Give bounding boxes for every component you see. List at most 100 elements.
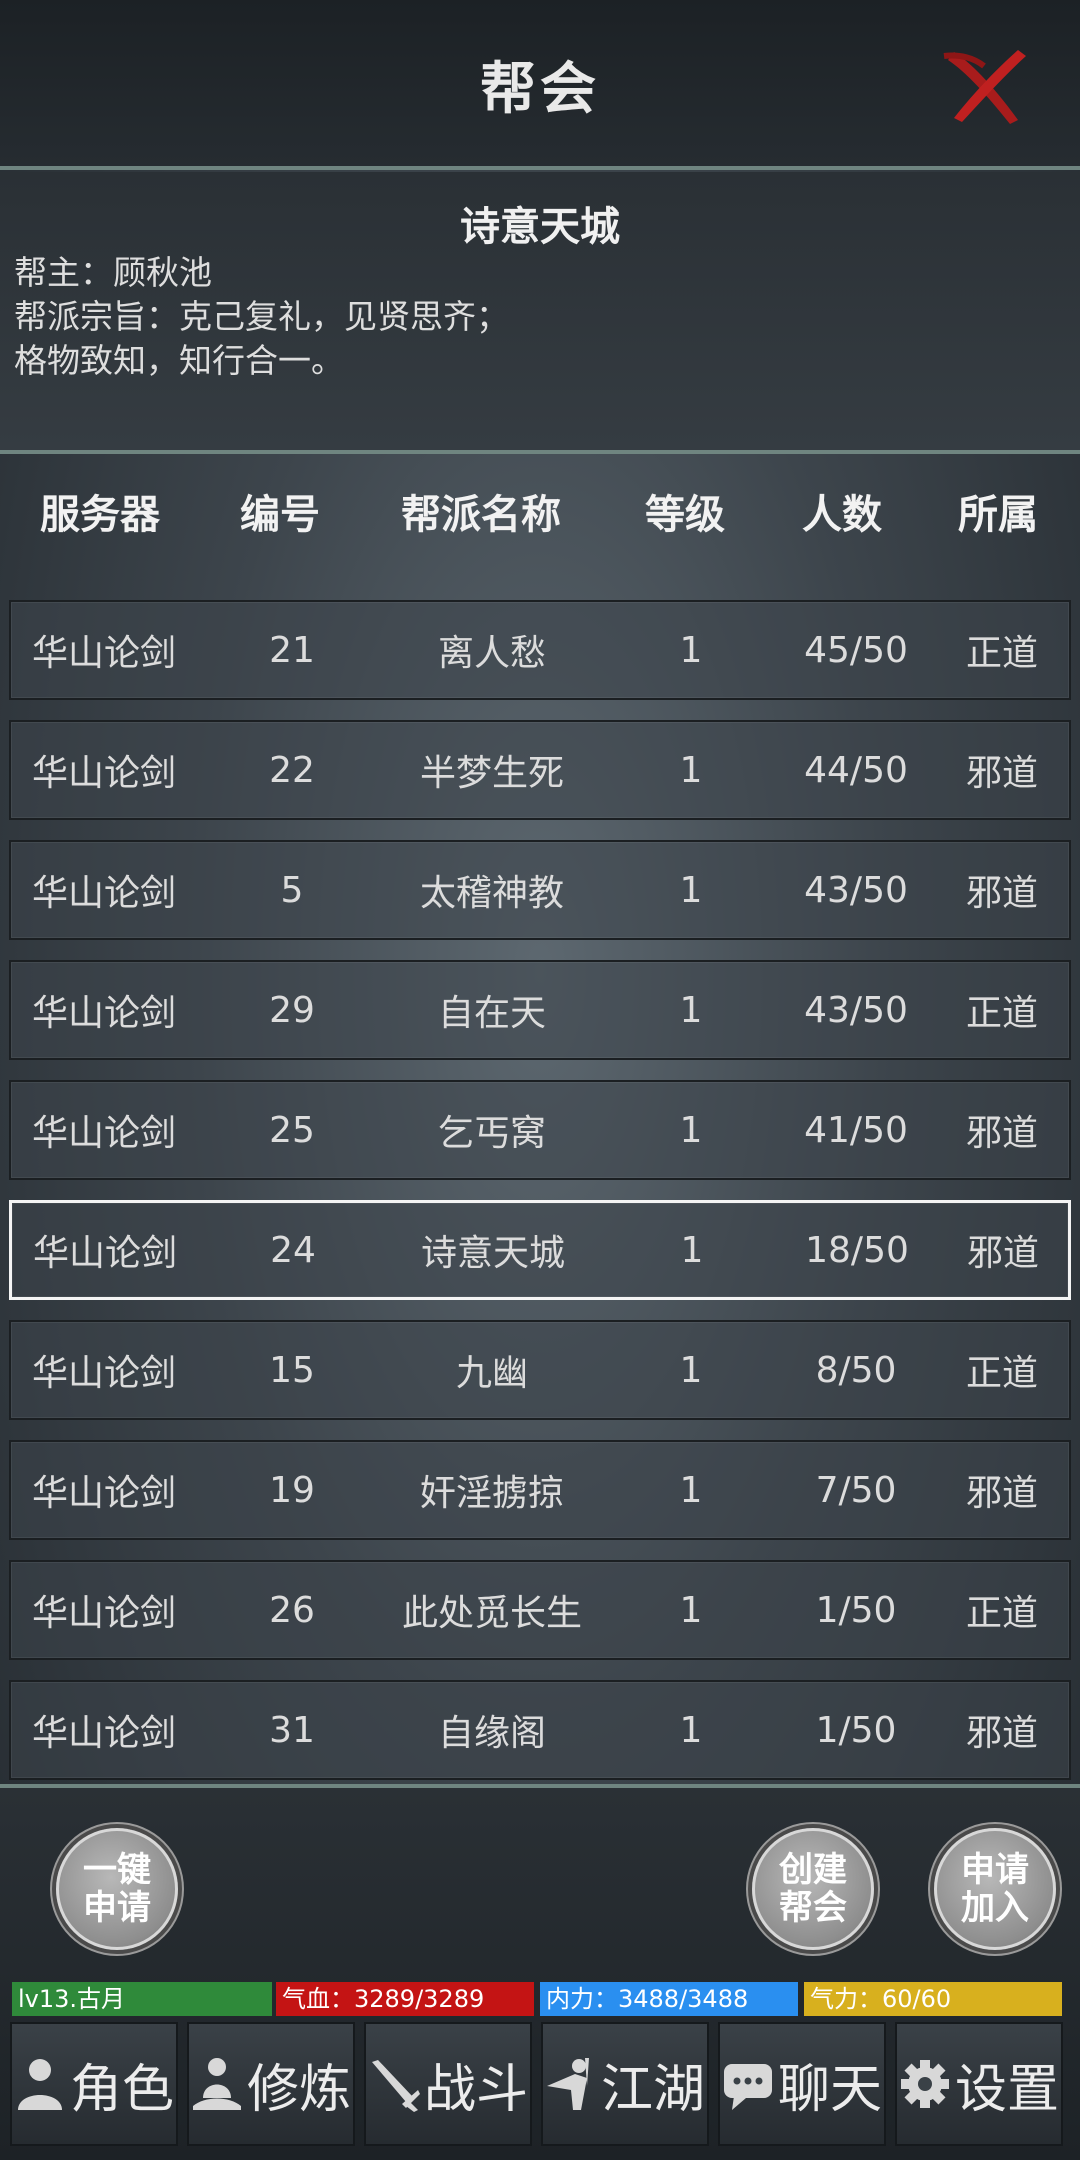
cell-faction: 邪道 (965, 753, 1038, 794)
cell-server: 华山论剑 (31, 753, 176, 794)
column-header-id: 编号 (240, 491, 320, 538)
apply-join-button[interactable]: 申请 加入 (934, 1828, 1056, 1950)
cell-level: 1 (679, 1589, 703, 1631)
sword-icon (371, 2060, 420, 2112)
cell-server: 华山论剑 (31, 1473, 176, 1514)
cell-members: 43/50 (804, 869, 908, 911)
table-row[interactable]: 华山论剑 22 半梦生死 1 44/50 邪道 (9, 720, 1071, 820)
header-bar: 帮会 (0, 0, 1080, 168)
gear-icon (900, 2060, 949, 2108)
table-row[interactable]: 华山论剑 31 自缘阁 1 1/50 邪道 (9, 1680, 1071, 1780)
create-guild-button[interactable]: 创建 帮会 (752, 1828, 874, 1950)
chat-icon (723, 2064, 772, 2110)
divider (0, 450, 1080, 454)
button-label: 申请 (961, 1850, 1029, 1890)
quick-apply-button[interactable]: 一键 申请 (56, 1828, 178, 1950)
stamina-bar: 气力：60/60 (804, 1982, 1062, 2016)
cell-server: 华山论剑 (31, 993, 176, 1034)
cell-members: 44/50 (804, 749, 908, 791)
person-icon (17, 2059, 62, 2110)
nav-character[interactable]: 角色 (10, 2022, 178, 2146)
cell-guild-name: 此处觅长生 (401, 1593, 582, 1634)
cell-faction: 邪道 (965, 1713, 1038, 1754)
cell-id: 15 (269, 1349, 315, 1391)
mp-bar: 内力：3488/3488 (540, 1982, 798, 2016)
column-header-faction: 所属 (958, 491, 1038, 538)
close-button[interactable] (940, 40, 1030, 130)
table-row-selected[interactable]: 华山论剑 24 诗意天城 1 18/50 邪道 (9, 1200, 1071, 1300)
cell-faction: 邪道 (965, 873, 1038, 914)
nav-battle[interactable]: 战斗 (364, 2022, 532, 2146)
cell-id: 19 (269, 1469, 315, 1511)
cell-id: 31 (269, 1709, 315, 1751)
nav-label: 江湖 (600, 2059, 705, 2120)
table-row[interactable]: 华山论剑 25 乞丐窝 1 41/50 邪道 (9, 1080, 1071, 1180)
cell-guild-name: 离人愁 (437, 633, 546, 674)
cell-guild-name: 奸淫掳掠 (419, 1473, 564, 1514)
cell-guild-name: 半梦生死 (419, 753, 564, 794)
table-row[interactable]: 华山论剑 26 此处觅长生 1 1/50 正道 (9, 1560, 1071, 1660)
nav-chat[interactable]: 聊天 (718, 2022, 886, 2146)
cell-members: 7/50 (815, 1469, 897, 1511)
cell-guild-name: 九幽 (455, 1353, 528, 1394)
cell-faction: 正道 (965, 1593, 1038, 1634)
table-row[interactable]: 华山论剑 29 自在天 1 43/50 正道 (9, 960, 1071, 1060)
table-row[interactable]: 华山论剑 19 奸淫掳掠 1 7/50 邪道 (9, 1440, 1071, 1540)
cell-guild-name: 自缘阁 (437, 1713, 546, 1754)
cell-level: 1 (679, 869, 703, 911)
cell-guild-name: 自在天 (437, 993, 546, 1034)
cell-server: 华山论剑 (31, 1353, 176, 1394)
nav-label: 设置 (954, 2059, 1059, 2120)
cell-members: 43/50 (804, 989, 908, 1031)
table-row[interactable]: 华山论剑 5 太稽神教 1 43/50 邪道 (9, 840, 1071, 940)
nav-cultivate[interactable]: 修炼 (187, 2022, 355, 2146)
column-header-guild-name: 帮派名称 (401, 491, 561, 538)
cell-server: 华山论剑 (31, 1113, 176, 1154)
cell-id: 25 (269, 1109, 315, 1151)
button-label: 帮会 (779, 1888, 847, 1928)
close-icon (943, 50, 1026, 124)
cell-server: 华山论剑 (32, 1233, 177, 1274)
cell-guild-name: 诗意天城 (420, 1233, 565, 1274)
guild-motto-line2: 格物致知，知行合一。 (14, 341, 344, 380)
cell-level: 1 (679, 1349, 703, 1391)
guild-info-panel: 诗意天城 帮主：顾秋池 帮派宗旨：克己复礼，见贤思齐； 格物致知，知行合一。 (0, 172, 1080, 450)
nav-label: 修炼 (246, 2059, 351, 2120)
cell-level: 1 (679, 1709, 703, 1751)
cell-id: 29 (269, 989, 315, 1031)
button-label: 申请 (83, 1888, 151, 1928)
guild-name: 诗意天城 (460, 203, 620, 250)
nav-settings[interactable]: 设置 (895, 2022, 1063, 2146)
column-header-members: 人数 (802, 491, 882, 538)
cell-faction: 邪道 (965, 1113, 1038, 1154)
button-label: 创建 (779, 1850, 847, 1890)
cell-members: 45/50 (804, 629, 908, 671)
cell-faction: 邪道 (966, 1233, 1039, 1274)
cell-server: 华山论剑 (31, 1713, 176, 1754)
nav-label: 聊天 (777, 2059, 882, 2120)
cell-members: 8/50 (815, 1349, 897, 1391)
button-label: 一键 (83, 1850, 151, 1890)
nav-jianghu[interactable]: 江湖 (541, 2022, 709, 2146)
column-header-level: 等级 (645, 491, 725, 538)
cell-id: 22 (269, 749, 315, 791)
guild-motto-line1: 帮派宗旨：克己复礼，见贤思齐； (14, 297, 509, 336)
cell-level: 1 (679, 749, 703, 791)
cell-members: 1/50 (815, 1589, 897, 1631)
cell-members: 18/50 (805, 1229, 909, 1271)
cell-server: 华山论剑 (31, 873, 176, 914)
cell-id: 24 (270, 1229, 316, 1271)
guild-list[interactable]: 华山论剑 21 离人愁 1 45/50 正道 华山论剑 22 半梦生死 1 44… (0, 556, 1080, 1786)
cell-level: 1 (680, 1229, 704, 1271)
cell-faction: 邪道 (965, 1473, 1038, 1514)
meditate-icon (192, 2058, 241, 2110)
hp-bar: 气血：3289/3289 (276, 1982, 534, 2016)
cell-level: 1 (679, 629, 703, 671)
table-row[interactable]: 华山论剑 21 离人愁 1 45/50 正道 (9, 600, 1071, 700)
guild-leader: 帮主：顾秋池 (14, 253, 212, 292)
divider (0, 166, 1080, 170)
page-title: 帮会 (480, 56, 600, 122)
cell-id: 21 (269, 629, 315, 671)
swordsman-icon (546, 2058, 589, 2110)
table-row[interactable]: 华山论剑 15 九幽 1 8/50 正道 (9, 1320, 1071, 1420)
